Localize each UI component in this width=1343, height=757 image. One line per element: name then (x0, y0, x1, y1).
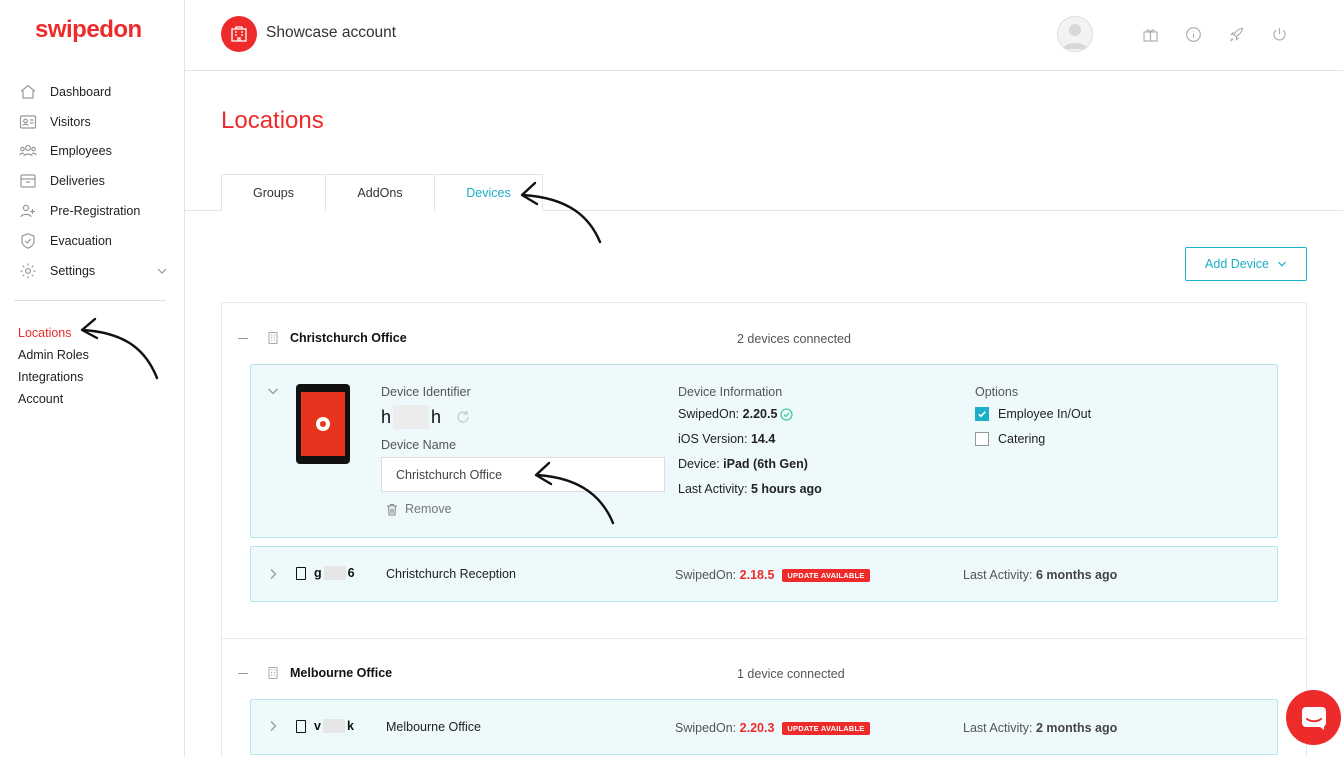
remove-label: Remove (405, 502, 452, 516)
check-circle-icon (780, 407, 793, 421)
sidebar-item-settings[interactable]: Settings (18, 256, 168, 286)
sidebar-item-label: Pre-Registration (50, 204, 141, 219)
add-device-label: Add Device (1205, 257, 1269, 271)
device-name-label: Device Name (381, 438, 457, 452)
update-available-badge: UPDATE AVAILABLE (782, 569, 870, 583)
collapse-icon[interactable] (238, 337, 248, 339)
redacted-block (393, 405, 430, 429)
swipedon-version: SwipedOn: 2.20.5 (678, 407, 793, 421)
sidebar-item-admin-roles[interactable]: Admin Roles (18, 344, 89, 366)
catering-checkbox[interactable] (975, 432, 989, 446)
sidebar-divider (14, 300, 166, 301)
org-name[interactable]: Showcase account (266, 24, 396, 42)
sidebar-item-label: Employees (50, 144, 112, 159)
sidebar-item-locations[interactable]: Locations (18, 322, 89, 344)
swipedon-version: SwipedOn: 2.18.5 UPDATE AVAILABLE (675, 568, 870, 583)
chevron-right-icon[interactable] (266, 567, 280, 581)
sidebar-item-label: Deliveries (50, 174, 105, 189)
option-label: Employee In/Out (998, 407, 1092, 421)
sidebar-item-employees[interactable]: Employees (18, 137, 168, 167)
settings-sub-nav: Locations Admin Roles Integrations Accou… (18, 322, 89, 410)
refresh-icon[interactable] (455, 409, 471, 425)
chevron-down-icon[interactable] (266, 384, 280, 398)
id-card-icon (18, 113, 38, 131)
sidebar-item-dashboard[interactable]: Dashboard (18, 77, 168, 107)
sidebar-item-evacuation[interactable]: Evacuation (18, 226, 168, 256)
device-count: 1 device connected (737, 667, 845, 681)
location-tabs: Groups AddOns Devices (221, 174, 543, 211)
ipad-image (296, 384, 350, 464)
sidebar-item-integrations[interactable]: Integrations (18, 366, 89, 388)
options-label: Options (975, 385, 1019, 399)
device-identifier: g6 (314, 566, 355, 580)
chat-icon (1301, 706, 1326, 730)
sidebar: swipedon Dashboard Visitors Employees De… (0, 0, 185, 757)
group-header[interactable]: Melbourne Office (238, 666, 392, 680)
add-device-button[interactable]: Add Device (1185, 247, 1307, 281)
group-name: Melbourne Office (290, 666, 393, 680)
building-icon (268, 667, 278, 679)
power-icon[interactable] (1269, 24, 1289, 44)
collapse-icon[interactable] (238, 672, 248, 674)
tab-devices[interactable]: Devices (435, 174, 543, 211)
chevron-right-icon[interactable] (266, 719, 280, 733)
main-nav: Dashboard Visitors Employees Deliveries … (18, 77, 168, 286)
people-icon (18, 142, 38, 160)
sidebar-item-label: Dashboard (50, 84, 112, 99)
sidebar-item-label: Visitors (50, 114, 91, 129)
avatar[interactable] (1057, 16, 1093, 52)
device-identifier: vk (314, 719, 354, 733)
last-activity: Last Activity: 2 months ago (963, 721, 1118, 735)
device-info-label: Device Information (678, 385, 783, 399)
redacted-block (323, 566, 346, 580)
sidebar-item-account[interactable]: Account (18, 388, 89, 410)
ios-version: iOS Version: 14.4 (678, 432, 776, 446)
user-plus-icon (18, 202, 38, 220)
gift-icon[interactable] (1140, 24, 1160, 44)
rocket-icon[interactable] (1226, 24, 1246, 44)
device-count: 2 devices connected (737, 332, 851, 346)
swipedon-logo[interactable]: swipedon (35, 16, 142, 44)
box-icon (18, 172, 38, 190)
redacted-block (322, 719, 345, 733)
remove-button[interactable]: Remove (386, 502, 452, 516)
sidebar-item-pre-registration[interactable]: Pre-Registration (18, 196, 168, 226)
swipedon-version: SwipedOn: 2.20.3 UPDATE AVAILABLE (675, 721, 870, 736)
tablet-icon (296, 720, 306, 733)
home-icon (18, 83, 38, 101)
page-title: Locations (221, 107, 324, 134)
last-activity: Last Activity: 6 months ago (963, 568, 1118, 582)
header-actions (1057, 16, 1289, 52)
tablet-icon (296, 567, 306, 580)
chevron-down-icon[interactable] (156, 265, 168, 277)
tab-groups[interactable]: Groups (221, 174, 326, 211)
device-name: Christchurch Reception (386, 567, 516, 581)
device-name: Melbourne Office (386, 720, 481, 734)
group-name: Christchurch Office (290, 331, 407, 345)
sidebar-item-label: Settings (50, 263, 96, 278)
shield-icon (18, 232, 38, 250)
device-identifier: h h (381, 405, 471, 429)
gear-icon (18, 262, 38, 280)
device-model: Device: iPad (6th Gen) (678, 457, 808, 471)
device-identifier-label: Device Identifier (381, 385, 471, 399)
group-divider (222, 638, 1306, 639)
employee-in-out-checkbox[interactable] (975, 407, 989, 421)
building-icon (268, 332, 278, 344)
building-icon[interactable] (221, 16, 257, 52)
update-available-badge: UPDATE AVAILABLE (782, 722, 870, 736)
chat-launcher-button[interactable] (1286, 690, 1341, 745)
option-label: Catering (998, 432, 1046, 446)
tab-addons[interactable]: AddOns (326, 174, 435, 211)
trash-icon (387, 503, 397, 516)
device-name-input[interactable] (381, 457, 665, 492)
chevron-down-icon (1278, 261, 1286, 267)
sidebar-item-visitors[interactable]: Visitors (18, 107, 168, 137)
sidebar-item-deliveries[interactable]: Deliveries (18, 166, 168, 196)
info-icon[interactable] (1183, 24, 1203, 44)
group-header[interactable]: Christchurch Office (238, 331, 407, 345)
top-header: Showcase account (185, 0, 1343, 71)
last-activity: Last Activity: 5 hours ago (678, 482, 822, 496)
sidebar-item-label: Evacuation (50, 233, 112, 248)
